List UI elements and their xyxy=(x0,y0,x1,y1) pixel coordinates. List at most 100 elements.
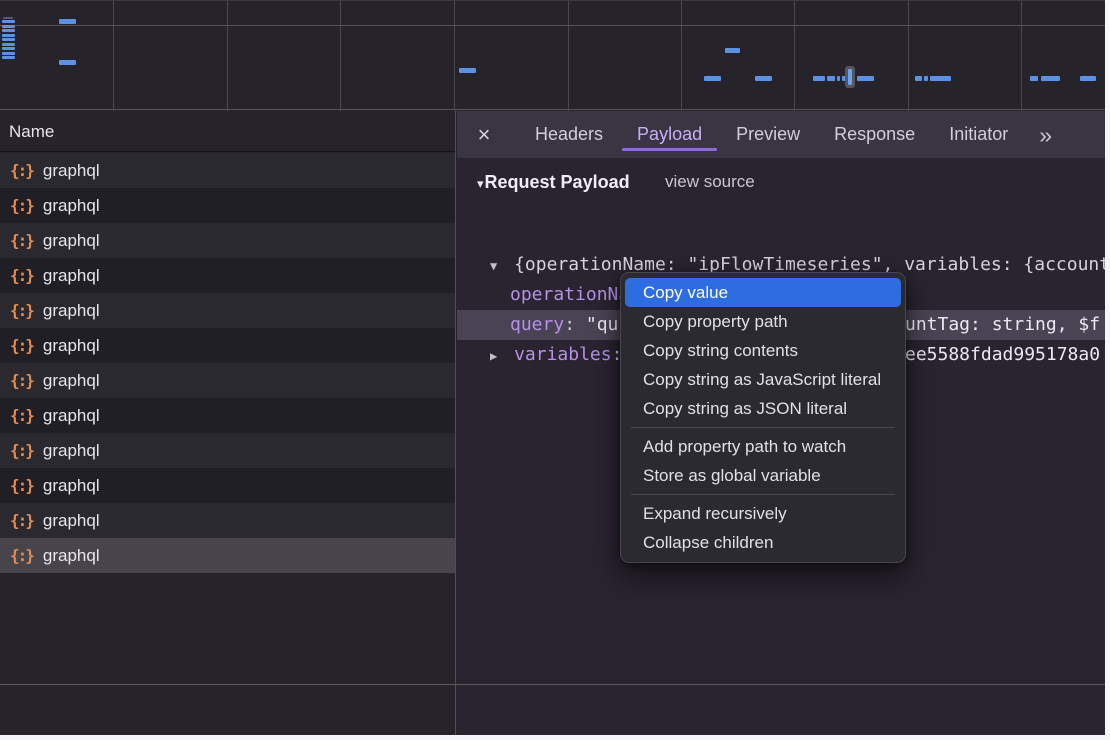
json-braces-icon: {:} xyxy=(10,406,33,425)
request-row[interactable]: {:} graphql xyxy=(0,363,455,398)
timeline-request-bar xyxy=(755,76,772,81)
request-row[interactable]: {:} graphql xyxy=(0,538,455,573)
menu-item-store-as-global-variable[interactable]: Store as global variable xyxy=(621,461,905,490)
menu-item-copy-string-as-json-literal[interactable]: Copy string as JSON literal xyxy=(621,394,905,423)
menu-item-copy-string-contents[interactable]: Copy string contents xyxy=(621,336,905,365)
timeline-request-bar xyxy=(459,68,476,73)
timeline-gridline xyxy=(908,1,909,111)
menu-item-expand-recursively[interactable]: Expand recursively xyxy=(621,499,905,528)
request-payload-section-header[interactable]: ▾Request Payload xyxy=(477,167,630,197)
json-braces-icon: {:} xyxy=(10,336,33,355)
request-name-label: graphql xyxy=(43,476,100,496)
menu-item-copy-string-as-javascript-literal[interactable]: Copy string as JavaScript literal xyxy=(621,365,905,394)
menu-item-copy-value[interactable]: Copy value xyxy=(625,278,901,307)
request-row[interactable]: {:}graphql xyxy=(0,188,455,223)
footer-divider xyxy=(0,684,1105,685)
timeline-request-bar xyxy=(2,56,15,59)
timeline-gridline xyxy=(0,25,1105,26)
expanded-triangle-icon: ▼ xyxy=(490,259,497,273)
request-name-label: graphql xyxy=(43,231,100,251)
more-tabs-icon[interactable]: » xyxy=(1039,113,1050,157)
request-row[interactable]: {:}graphql xyxy=(0,503,455,538)
tab-response[interactable]: Response xyxy=(825,111,924,158)
devtools-window: Name {:}graphql{:}graphql{:}graphql{:}gr… xyxy=(0,0,1110,740)
menu-separator xyxy=(631,427,895,428)
devtools-network-panel: Name {:}graphql{:}graphql{:}graphql{:}gr… xyxy=(0,0,1105,735)
json-braces-icon: {:} xyxy=(10,231,33,250)
section-title: Request Payload xyxy=(485,172,630,192)
timeline-request-bar xyxy=(704,76,721,81)
collapsed-triangle-icon: ▶ xyxy=(490,349,497,363)
timeline-request-bar xyxy=(59,19,76,24)
request-name-label: graphql xyxy=(43,266,100,286)
json-braces-icon: {:} xyxy=(10,476,33,495)
request-row[interactable]: {:} graphql xyxy=(0,223,455,258)
request-name-label: graphql xyxy=(43,301,100,321)
json-braces-icon: {:} xyxy=(10,371,33,390)
json-braces-icon: {:} xyxy=(10,301,33,320)
timeline-gridline xyxy=(681,1,682,111)
request-row[interactable]: {:} graphql xyxy=(0,328,455,363)
timeline-request-bar xyxy=(837,76,840,81)
timeline-gridline xyxy=(227,1,228,111)
timeline-request-bar xyxy=(2,52,15,55)
timeline-request-bar xyxy=(813,76,825,81)
name-column-header[interactable]: Name xyxy=(0,111,455,152)
json-braces-icon: {:} xyxy=(10,546,33,565)
request-name-label: graphql xyxy=(43,546,100,566)
request-row[interactable]: {:} graphql xyxy=(0,433,455,468)
timeline-gridline xyxy=(568,1,569,111)
timeline-selected-bar xyxy=(848,69,852,85)
timeline-request-bar xyxy=(2,29,15,32)
request-list: {:} graphql {:} graphql {:} graphql {:} graphql… xyxy=(0,153,455,573)
timeline-request-bar xyxy=(3,17,13,19)
property-value-fragment-left: "qu xyxy=(586,314,619,335)
timeline-request-bar xyxy=(2,38,15,41)
timeline-gridline xyxy=(113,1,114,111)
detail-tab-bar: × Headers Payload Preview Response Initiator… xyxy=(457,111,1105,158)
request-name-label: graphql xyxy=(43,336,100,356)
property-value-fragment-right: ee5588fdad995178a0 xyxy=(905,340,1100,370)
property-key: query xyxy=(510,314,586,335)
request-row[interactable]: {:} graphql xyxy=(0,293,455,328)
request-list-panel: Name {:}graphql{:}graphql{:}graphql{:}gr… xyxy=(0,111,456,735)
context-menu: Copy valueCopy property pathCopy string … xyxy=(620,272,906,563)
view-source-link[interactable]: view source xyxy=(665,167,755,197)
request-name-label: graphql xyxy=(43,161,100,181)
timeline-request-bar xyxy=(827,76,835,81)
request-name-label: graphql xyxy=(43,406,100,426)
timeline-gridline xyxy=(1021,1,1022,111)
property-value-fragment-right: untTag: string, $f xyxy=(905,310,1100,340)
timeline-gridline xyxy=(794,1,795,111)
timeline-request-bar xyxy=(857,76,874,81)
close-icon[interactable]: × xyxy=(472,112,496,158)
timeline-request-bar xyxy=(1041,76,1060,81)
tab-headers[interactable]: Headers xyxy=(526,111,612,158)
timeline-request-bar xyxy=(1080,76,1096,81)
timeline-gridline xyxy=(340,1,341,111)
request-row[interactable]: {:} graphql xyxy=(0,398,455,433)
request-row[interactable]: {:}graphql xyxy=(0,153,455,188)
json-braces-icon: {:} xyxy=(10,441,33,460)
collapse-triangle-icon: ▾ xyxy=(477,176,484,191)
timeline-request-bar xyxy=(1030,76,1038,81)
timeline-gridline xyxy=(454,1,455,111)
request-name-label: graphql xyxy=(43,371,100,391)
property-key: variables xyxy=(514,344,622,365)
request-name-label: graphql xyxy=(43,441,100,461)
timeline-request-bar xyxy=(2,25,15,28)
request-row[interactable]: {:} graphql xyxy=(0,468,455,503)
tab-payload[interactable]: Payload xyxy=(628,111,711,158)
menu-item-copy-property-path[interactable]: Copy property path xyxy=(621,307,905,336)
json-braces-icon: {:} xyxy=(10,266,33,285)
request-row[interactable]: {:} graphql xyxy=(0,258,455,293)
timeline-request-bar xyxy=(2,43,15,46)
tab-initiator[interactable]: Initiator xyxy=(940,111,1017,158)
menu-item-collapse-children[interactable]: Collapse children xyxy=(621,528,905,557)
tab-preview[interactable]: Preview xyxy=(727,111,809,158)
timeline-request-bar xyxy=(915,76,922,81)
timeline-request-bar xyxy=(2,47,15,50)
timeline-request-bar xyxy=(930,76,951,81)
network-overview-timeline[interactable] xyxy=(0,0,1105,110)
menu-item-add-property-path-to-watch[interactable]: Add property path to watch xyxy=(621,432,905,461)
